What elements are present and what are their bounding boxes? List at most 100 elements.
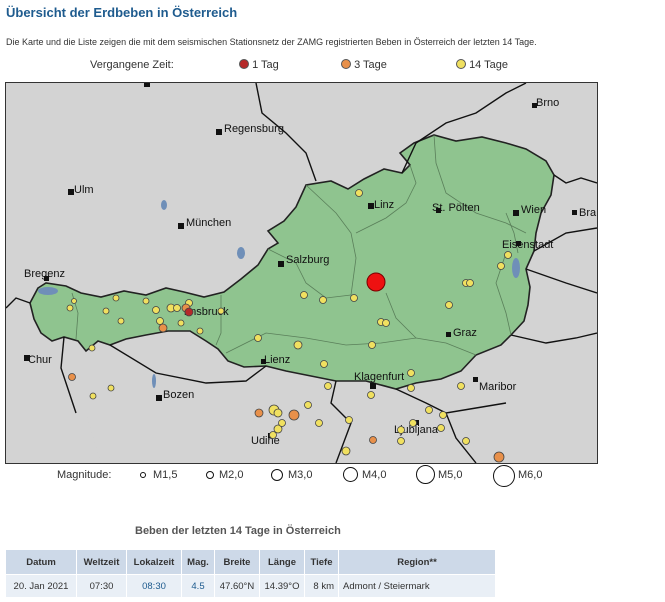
quake-marker	[300, 291, 308, 299]
column-header[interactable]: Mag.	[181, 549, 215, 575]
quake-marker	[102, 307, 110, 315]
magnitude-circle-icon	[140, 472, 146, 478]
quake-marker	[293, 340, 303, 350]
cell-datum: 20. Jan 2021	[5, 574, 77, 598]
earthquake-map[interactable]: Brno Regensburg Ulm Linz St. Pölten Wien…	[5, 82, 598, 464]
quake-marker	[367, 391, 375, 399]
quake-marker	[493, 451, 505, 463]
quake-marker	[345, 416, 353, 424]
time-legend-item-3days: 3 Tage	[341, 59, 387, 71]
time-legend-item-14days: 14 Tage	[456, 59, 508, 71]
city-label: Bra	[579, 207, 597, 219]
magnitude-circle-icon	[416, 465, 435, 484]
latest-quake-marker[interactable]	[366, 272, 386, 292]
quake-marker	[107, 384, 115, 392]
column-header[interactable]: Weltzeit	[76, 549, 127, 575]
quakes-1-day	[184, 307, 194, 317]
table-header-row: Datum Weltzeit Lokalzeit Mag. Breite Län…	[5, 549, 496, 575]
time-legend-item-1day: 1 Tag	[239, 59, 279, 71]
quake-marker	[315, 419, 323, 427]
table-row[interactable]: 20. Jan 2021 07:30 08:30 4.5 47.60°N 14.…	[5, 574, 496, 598]
quake-marker	[156, 317, 164, 325]
quake-marker	[142, 297, 150, 305]
magnitude-item: M5,0	[438, 469, 463, 481]
magnitude-item: M1,5	[153, 469, 178, 481]
quake-marker	[319, 296, 327, 304]
city-label: Bozen	[163, 389, 194, 401]
magnitude-item: M6,0	[518, 469, 543, 481]
city-label: Graz	[453, 327, 477, 339]
column-header[interactable]: Tiefe	[304, 549, 339, 575]
city-label: Chur	[28, 354, 52, 366]
quake-marker	[397, 437, 405, 445]
city-label: Regensburg	[224, 123, 284, 135]
column-header[interactable]: Länge	[259, 549, 305, 575]
quake-marker	[504, 251, 512, 259]
city-label: Salzburg	[286, 254, 329, 266]
magnitude-circle-icon	[206, 471, 214, 479]
quake-marker	[117, 317, 125, 325]
cell-region: Admont / Steiermark	[338, 574, 496, 598]
quake-marker	[254, 408, 264, 418]
column-header[interactable]: Breite	[214, 549, 260, 575]
cell-mag: 4.5	[181, 574, 215, 598]
cell-tiefe: 8 km	[304, 574, 339, 598]
quake-marker	[184, 307, 194, 317]
quake-marker	[437, 424, 445, 432]
cell-weltzeit: 07:30	[76, 574, 127, 598]
magnitude-item: M2,0	[219, 469, 244, 481]
city-label: Eisenstadt	[502, 239, 553, 251]
quake-marker	[397, 426, 405, 434]
city-label: Ulm	[74, 184, 94, 196]
dot-14days-icon	[456, 59, 466, 69]
magnitude-item: M4,0	[362, 469, 387, 481]
quake-marker	[457, 382, 465, 390]
quake-marker	[217, 307, 225, 315]
quake-marker	[341, 446, 351, 456]
quake-marker	[288, 409, 300, 421]
page-title: Übersicht der Erdbeben in Österreich	[6, 5, 238, 20]
quake-marker	[497, 262, 505, 270]
city-label: Bregenz	[24, 268, 65, 280]
quake-marker	[350, 294, 358, 302]
column-header[interactable]: Datum	[5, 549, 77, 575]
quake-marker	[88, 344, 96, 352]
quake-marker	[269, 431, 277, 439]
dot-3days-icon	[341, 59, 351, 69]
quake-marker	[112, 294, 120, 302]
quake-marker	[439, 411, 447, 419]
quake-marker	[304, 401, 312, 409]
dot-1day-icon	[239, 59, 249, 69]
magnitude-legend: Magnitude: M1,5 M2,0 M3,0 M4,0 M5,0 M6,0	[0, 465, 665, 489]
city-label: St. Pölten	[432, 202, 480, 214]
quake-marker	[152, 306, 160, 314]
quake-marker	[278, 419, 286, 427]
column-header[interactable]: Region**	[338, 549, 496, 575]
quake-marker	[355, 189, 363, 197]
magnitude-circle-icon	[343, 467, 358, 482]
quake-marker	[320, 360, 328, 368]
quake-marker	[71, 298, 77, 304]
map-sea	[6, 413, 101, 463]
quake-marker	[466, 279, 474, 287]
column-header[interactable]: Lokalzeit	[126, 549, 182, 575]
time-legend-label: Vergangene Zeit:	[90, 59, 174, 71]
quake-marker	[409, 419, 417, 427]
city-label: Brno	[536, 97, 559, 109]
quake-marker	[462, 437, 470, 445]
city-label: Lienz	[264, 354, 290, 366]
magnitude-item: M3,0	[288, 469, 313, 481]
city-label: Linz	[374, 199, 394, 211]
quake-marker	[368, 341, 376, 349]
quake-marker	[177, 319, 185, 327]
city-label: Klagenfurt	[354, 371, 404, 383]
quake-marker	[445, 301, 453, 309]
quake-marker	[273, 408, 283, 418]
magnitude-circle-icon	[493, 465, 515, 487]
list-title: Beben der letzten 14 Tage in Österreich	[135, 525, 341, 537]
quake-marker	[324, 382, 332, 390]
quake-marker	[196, 327, 204, 335]
quake-marker	[89, 392, 97, 400]
magnitude-legend-label: Magnitude:	[57, 469, 112, 481]
quake-marker	[369, 436, 377, 444]
